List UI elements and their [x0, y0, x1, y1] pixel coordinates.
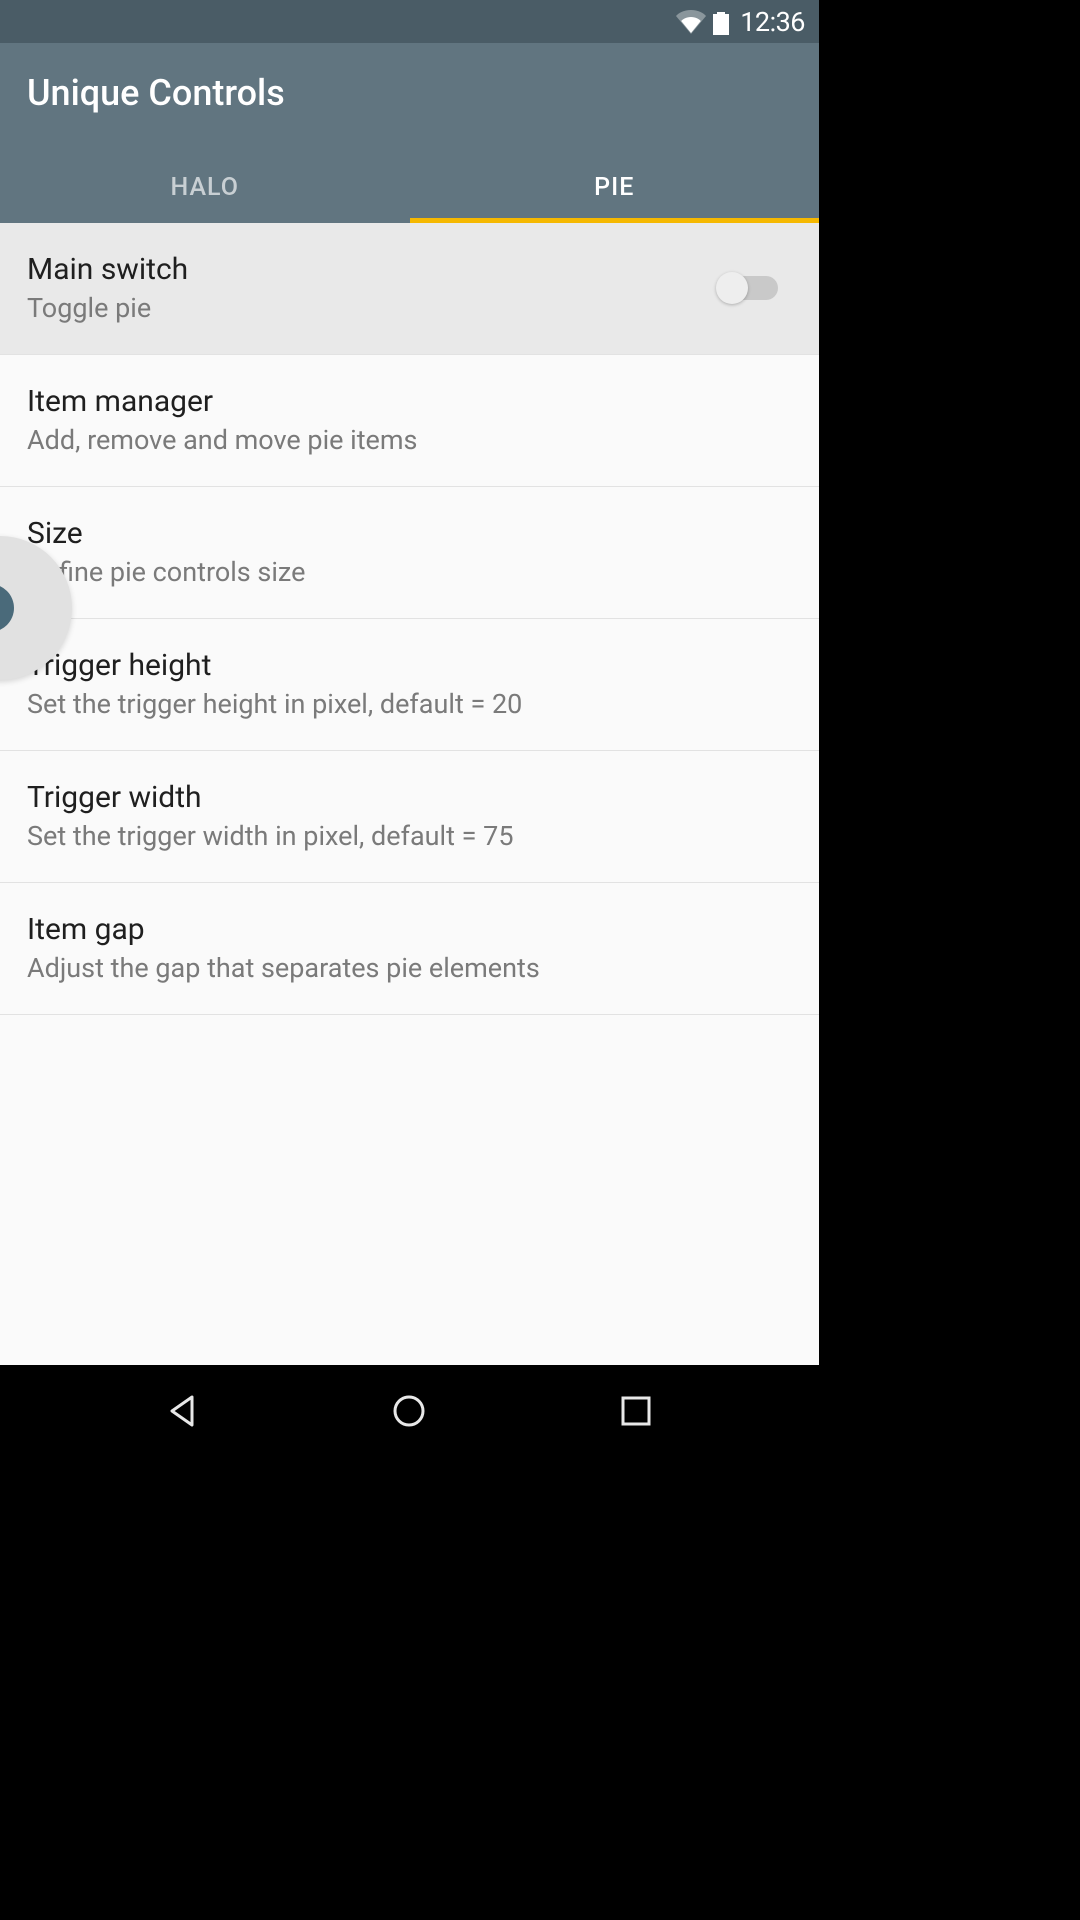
setting-title: Trigger width — [27, 780, 792, 815]
halo-bubble-icon — [0, 584, 14, 632]
setting-item-manager[interactable]: Item manager Add, remove and move pie it… — [0, 355, 819, 487]
tab-label: PIE — [594, 173, 634, 202]
page-title: Unique Controls — [27, 72, 792, 114]
setting-subtitle: Add, remove and move pie items — [27, 424, 792, 456]
setting-title: Item manager — [27, 384, 792, 419]
setting-subtitle: Adjust the gap that separates pie elemen… — [27, 952, 792, 984]
setting-title: Size — [27, 516, 792, 551]
setting-item-gap[interactable]: Item gap Adjust the gap that separates p… — [0, 883, 819, 1015]
nav-home-button[interactable] — [379, 1381, 439, 1441]
setting-title: Trigger height — [27, 648, 792, 683]
wifi-icon — [676, 10, 706, 34]
nav-back-button[interactable] — [153, 1381, 213, 1441]
tabs: HALO PIE — [0, 151, 819, 223]
setting-subtitle: Toggle pie — [27, 292, 720, 324]
setting-subtitle: Define pie controls size — [27, 556, 792, 588]
setting-subtitle: Set the trigger width in pixel, default … — [27, 820, 792, 852]
setting-trigger-width[interactable]: Trigger width Set the trigger width in p… — [0, 751, 819, 883]
setting-subtitle: Set the trigger height in pixel, default… — [27, 688, 792, 720]
settings-list: Main switch Toggle pie Item manager Add,… — [0, 223, 819, 1365]
navigation-bar — [0, 1365, 819, 1456]
battery-icon — [712, 9, 730, 35]
tab-pie[interactable]: PIE — [410, 151, 820, 223]
nav-recent-button[interactable] — [606, 1381, 666, 1441]
main-switch-toggle[interactable] — [720, 276, 778, 300]
tab-halo[interactable]: HALO — [0, 151, 410, 223]
app-bar: Unique Controls HALO PIE — [0, 43, 819, 223]
setting-title: Main switch — [27, 252, 720, 287]
setting-main-switch[interactable]: Main switch Toggle pie — [0, 223, 819, 355]
setting-title: Item gap — [27, 912, 792, 947]
setting-size[interactable]: Size Define pie controls size — [0, 487, 819, 619]
setting-trigger-height[interactable]: Trigger height Set the trigger height in… — [0, 619, 819, 751]
status-bar: 12:36 — [0, 0, 819, 43]
tab-label: HALO — [171, 173, 239, 202]
status-time: 12:36 — [740, 6, 805, 38]
